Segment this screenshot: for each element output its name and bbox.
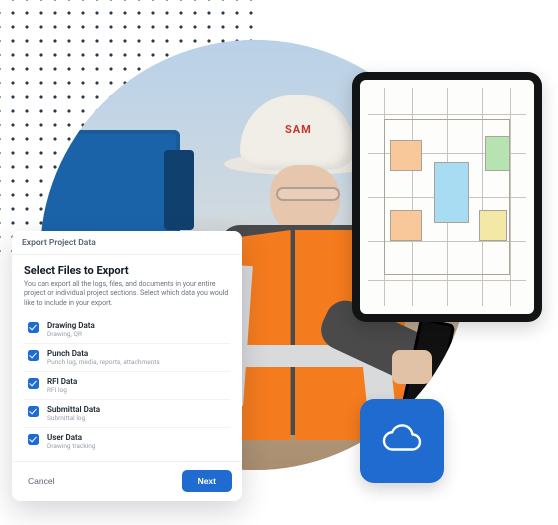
cancel-button[interactable]: Cancel <box>22 472 60 490</box>
option-desc: Drawing, QR <box>47 330 95 338</box>
checkbox-checked-icon[interactable] <box>28 378 39 389</box>
option-rfi-data[interactable]: RFI Data RFI log <box>24 372 230 400</box>
checkbox-checked-icon[interactable] <box>28 322 39 333</box>
option-user-data[interactable]: User Data Drawing tracking <box>24 428 230 455</box>
hardhat-label: SAM <box>285 123 312 136</box>
option-label: Drawing Data <box>47 321 95 330</box>
option-desc: Punch log, media, reports, attachments <box>47 358 160 366</box>
option-label: Submittal Data <box>47 405 100 414</box>
option-punch-data[interactable]: Punch Data Punch log, media, reports, at… <box>24 344 230 372</box>
dialog-subtitle: You can export all the logs, files, and … <box>24 280 230 308</box>
checkbox-checked-icon[interactable] <box>28 434 39 445</box>
option-label: Punch Data <box>47 349 160 358</box>
dialog-title: Select Files to Export <box>24 264 230 277</box>
option-label: User Data <box>47 433 95 442</box>
checkbox-checked-icon[interactable] <box>28 350 39 361</box>
option-desc: RFI log <box>47 386 77 394</box>
option-drawing-data[interactable]: Drawing Data Drawing, QR <box>24 316 230 344</box>
cloud-icon <box>378 415 426 467</box>
floorplan-drawing <box>360 80 534 314</box>
option-desc: Submittal log <box>47 414 100 422</box>
dialog-header: Export Project Data <box>12 231 242 255</box>
checkbox-checked-icon[interactable] <box>28 406 39 417</box>
next-button[interactable]: Next <box>182 470 232 492</box>
export-project-data-dialog: Export Project Data Select Files to Expo… <box>12 231 242 501</box>
option-submittal-data[interactable]: Submittal Data Submittal log <box>24 400 230 428</box>
floorplan-tablet <box>352 72 542 322</box>
cloud-tile <box>360 399 444 483</box>
option-label: RFI Data <box>47 377 77 386</box>
option-desc: Drawing tracking <box>47 442 95 450</box>
